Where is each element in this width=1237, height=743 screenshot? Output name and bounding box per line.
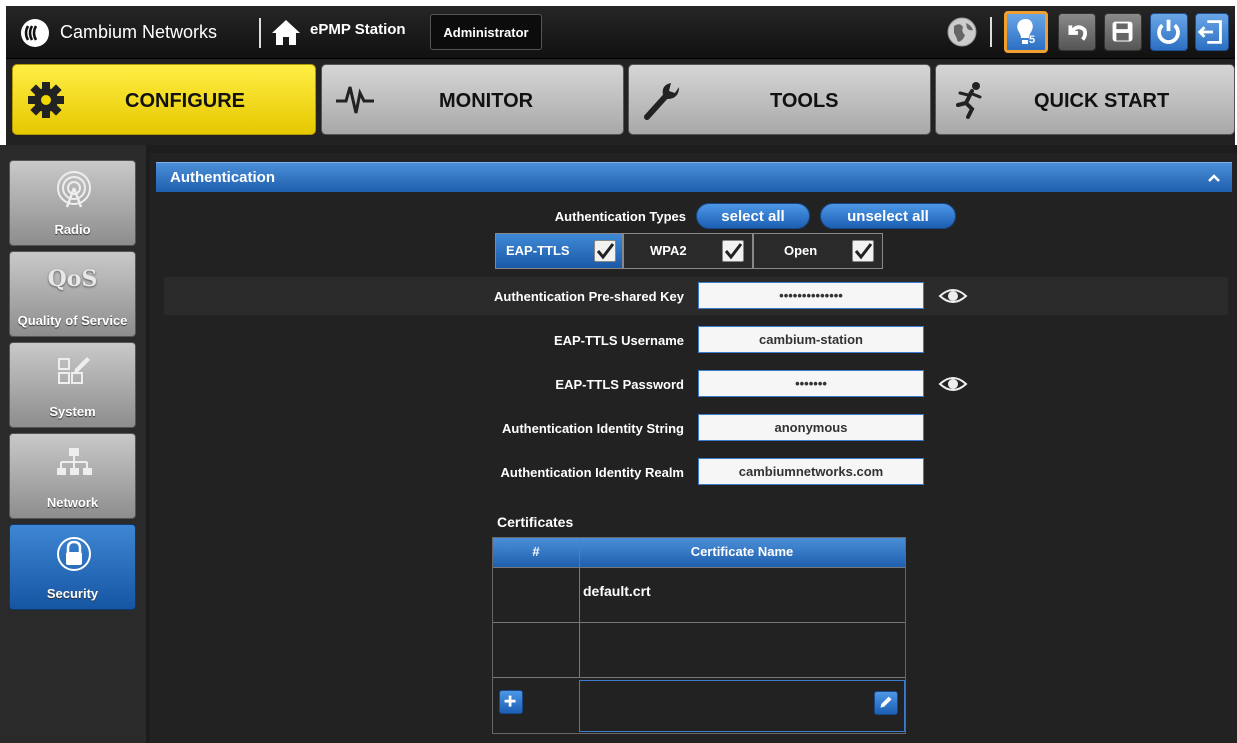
undo-button[interactable] — [1058, 13, 1096, 51]
password-label: EAP-TTLS Password — [555, 377, 684, 392]
authentication-panel: Authentication Authentication Types sele… — [150, 153, 1237, 743]
chevron-up-icon[interactable] — [1206, 170, 1222, 186]
globe-icon[interactable] — [946, 16, 978, 48]
psk-field[interactable]: •••••••••••••• — [698, 282, 924, 309]
tab-monitor-label: MONITOR — [439, 90, 534, 112]
sidebar-item-security[interactable]: Security — [9, 524, 136, 610]
sidebar: Radio QoS Quality of Service System Netw… — [0, 145, 146, 743]
auth-type-label: EAP-TTLS — [506, 243, 570, 258]
column-header-name: Certificate Name — [690, 544, 794, 559]
username-field[interactable]: cambium-station — [698, 326, 924, 353]
identity-string-label: Authentication Identity String — [502, 421, 684, 436]
unselect-all-button[interactable]: unselect all — [820, 203, 956, 229]
panel-header[interactable]: Authentication — [156, 162, 1232, 192]
top-bar: Cambium Networks ePMP Station Administra… — [6, 6, 1235, 59]
runner-icon — [956, 82, 982, 119]
identity-realm-field[interactable]: cambiumnetworks.com — [698, 458, 924, 485]
divider — [990, 17, 992, 47]
checkmark-icon — [724, 243, 743, 260]
sidebar-item-label: Security — [46, 586, 99, 601]
password-field[interactable]: ••••••• — [698, 370, 924, 397]
checkmark-icon — [596, 243, 615, 260]
certificates-title: Certificates — [497, 514, 574, 530]
system-icon — [58, 357, 90, 384]
tab-quick-start[interactable]: QUICK START — [935, 64, 1235, 135]
pencil-icon — [880, 696, 892, 708]
eye-icon[interactable] — [938, 374, 968, 394]
tab-tools-label: TOOLS — [770, 90, 839, 112]
antenna-icon — [57, 171, 91, 208]
auth-types-label: Authentication Types — [554, 209, 686, 224]
logout-icon — [1197, 20, 1222, 44]
column-header-number: # — [532, 544, 540, 559]
save-button[interactable] — [1104, 13, 1142, 51]
brand-name: Cambium Networks — [60, 22, 218, 42]
psk-label: Authentication Pre-shared Key — [494, 289, 684, 304]
home-icon[interactable] — [270, 18, 302, 46]
sidebar-item-network[interactable]: Network — [9, 433, 136, 519]
auth-type-eap-ttls[interactable]: EAP-TTLS — [495, 233, 623, 269]
lightbulb-icon — [1017, 19, 1033, 44]
network-icon — [57, 448, 92, 475]
certificate-name: default.crt — [583, 583, 651, 599]
logout-button[interactable] — [1195, 13, 1229, 51]
add-certificate-button[interactable] — [499, 690, 523, 714]
identity-realm-label: Authentication Identity Realm — [500, 465, 684, 480]
reboot-button[interactable] — [1150, 13, 1188, 51]
tab-configure[interactable]: CONFIGURE — [12, 64, 316, 135]
pulse-icon — [336, 86, 374, 114]
wrench-icon — [644, 83, 679, 120]
edit-certificate-button[interactable] — [874, 691, 898, 715]
tab-configure-label: CONFIGURE — [125, 90, 245, 112]
sidebar-item-radio[interactable]: Radio — [9, 160, 136, 246]
sidebar-item-label: System — [49, 404, 96, 419]
gear-icon — [28, 82, 64, 118]
auth-types-group: EAP-TTLS WPA2 Open — [495, 233, 890, 269]
identity-string-field[interactable]: anonymous — [698, 414, 924, 441]
sidebar-item-qos[interactable]: QoS Quality of Service — [9, 251, 136, 337]
username-label: EAP-TTLS Username — [553, 333, 684, 348]
certificates-table: # Certificate Name default.crt — [492, 537, 906, 734]
plus-icon — [504, 695, 516, 707]
station-name: ePMP Station — [310, 21, 406, 38]
table-row[interactable]: default.crt — [493, 567, 905, 621]
select-all-button[interactable]: select all — [696, 203, 810, 229]
app-window: Cambium Networks ePMP Station Administra… — [0, 0, 1237, 743]
sidebar-item-system[interactable]: System — [9, 342, 136, 428]
cambium-logo-icon — [21, 19, 49, 47]
table-footer — [493, 677, 905, 733]
divider — [259, 18, 261, 48]
certificate-upload-field[interactable] — [579, 680, 905, 732]
main-nav: CONFIGURE MONITOR TOOLS QUICK START — [6, 59, 1235, 145]
sidebar-item-label: Network — [46, 495, 99, 510]
panel-title: Authentication — [170, 169, 275, 186]
auth-type-open[interactable]: Open — [753, 233, 883, 269]
lock-icon — [57, 537, 91, 571]
sidebar-item-label: Quality of Service — [17, 313, 128, 328]
auth-type-wpa2[interactable]: WPA2 — [623, 233, 753, 269]
row-highlight — [164, 277, 1228, 315]
checkmark-icon — [854, 243, 873, 260]
qos-icon: QoS — [47, 266, 98, 292]
save-icon — [1112, 21, 1133, 42]
table-header: # Certificate Name — [493, 538, 905, 567]
notifications-button[interactable]: 5 — [1004, 11, 1048, 53]
open-checkbox[interactable] — [852, 240, 874, 262]
role-badge: Administrator — [430, 14, 542, 50]
content-area: Authentication Authentication Types sele… — [146, 145, 1237, 743]
tab-monitor[interactable]: MONITOR — [321, 64, 624, 135]
table-row[interactable] — [493, 622, 905, 676]
auth-type-label: WPA2 — [650, 243, 687, 258]
wpa2-checkbox[interactable] — [722, 240, 744, 262]
undo-icon — [1068, 25, 1088, 41]
sidebar-item-label: Radio — [54, 222, 91, 237]
tab-tools[interactable]: TOOLS — [628, 64, 931, 135]
notification-count: 5 — [1029, 34, 1036, 46]
eye-icon[interactable] — [938, 286, 968, 306]
tab-quick-start-label: QUICK START — [1034, 90, 1170, 112]
auth-type-label: Open — [784, 243, 818, 258]
power-icon — [1157, 19, 1180, 44]
eap-ttls-checkbox[interactable] — [594, 240, 616, 262]
